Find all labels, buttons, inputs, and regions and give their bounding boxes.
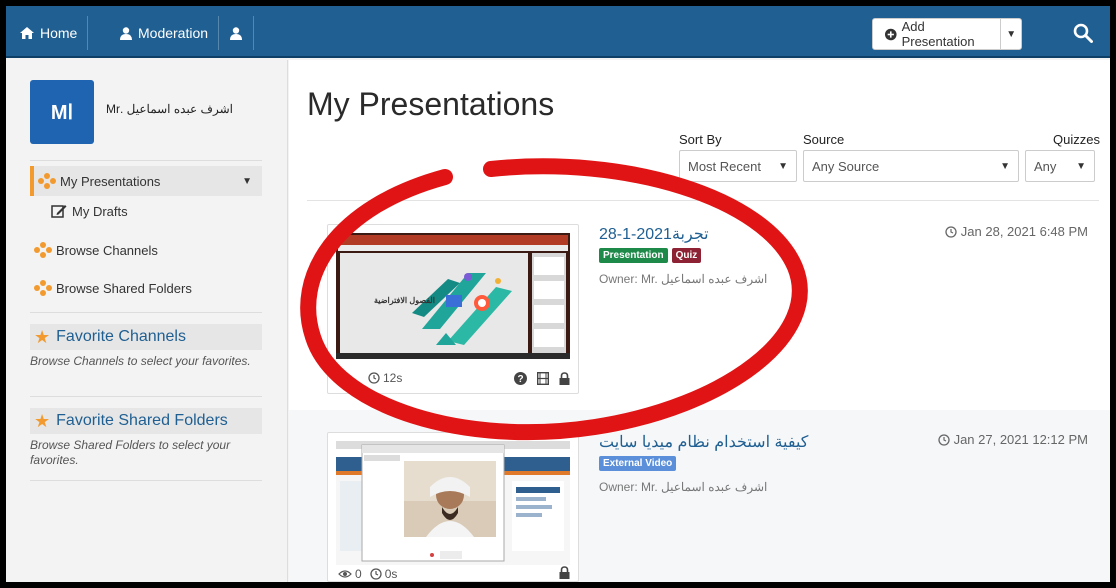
sidebar-item-browse-channels[interactable]: Browse Channels <box>30 235 262 265</box>
channels-dots-icon <box>30 242 56 258</box>
badge-group: Presentation Quiz <box>599 248 702 263</box>
source-label: Source <box>803 132 845 147</box>
duration-value: 12s <box>383 371 403 385</box>
shared-dots-icon <box>30 280 56 296</box>
user-icon <box>229 26 242 40</box>
question-icon[interactable]: ? <box>514 371 527 385</box>
avatar-initials: Mا <box>50 101 74 124</box>
home-icon <box>20 27 34 39</box>
date-value: Jan 28, 2021 6:48 PM <box>960 224 1088 239</box>
owner-text: Owner: Mr. اشرف عبده اسماعيل <box>599 480 768 494</box>
film-icon[interactable] <box>537 371 549 385</box>
sidebar-divider <box>30 160 262 161</box>
presentation-date: Jan 27, 2021 12:12 PM <box>937 432 1088 447</box>
clock-icon <box>370 568 382 580</box>
favorite-folders-title: Favorite Shared Folders <box>56 412 228 429</box>
sidebar-item-label: My Drafts <box>72 203 128 219</box>
presentation-thumbnail[interactable]: الفصول الافتراضية <box>336 233 570 359</box>
moderation-label: Moderation <box>138 25 209 41</box>
lock-icon[interactable] <box>559 371 570 385</box>
eye-icon <box>338 570 352 578</box>
presentation-badge: Presentation <box>599 248 668 263</box>
sidebar-item-browse-shared-folders[interactable]: Browse Shared Folders <box>30 273 262 303</box>
badge-group: External Video <box>599 456 677 471</box>
presentation-date: Jan 28, 2021 6:48 PM <box>945 224 1088 239</box>
list-divider <box>307 200 1099 201</box>
presentation-row[interactable]: الفصول الافتراضية 12s ? تجربة2021-1-28 P… <box>289 210 1110 394</box>
presentation-title-link[interactable]: كيفية استخدام نظام ميديا سايت <box>599 432 808 452</box>
sidebar-item-label: Browse Shared Folders <box>56 280 192 296</box>
quizzes-label: Quizzes <box>1053 132 1100 147</box>
card-meta: 12s ? <box>338 369 570 387</box>
clock-icon <box>937 433 950 446</box>
search-button[interactable] <box>1068 18 1098 48</box>
presentation-title-link[interactable]: تجربة2021-1-28 <box>599 224 709 244</box>
search-icon <box>1073 23 1093 43</box>
presentation-row[interactable]: 0 0s كيفية استخدام نظام ميديا سايت Exter… <box>289 410 1110 582</box>
svg-text:?: ? <box>517 374 523 385</box>
edit-icon <box>46 203 72 219</box>
favorite-channels-title: Favorite Channels <box>56 328 186 345</box>
favorite-folders-heading: ★ Favorite Shared Folders <box>30 408 262 434</box>
duration-value: 0s <box>384 567 398 581</box>
home-nav-button[interactable]: Home <box>10 16 89 50</box>
user-menu-button[interactable] <box>218 16 254 50</box>
app-frame: Home Moderation Add Presentation ▼ Mا اش… <box>6 6 1110 582</box>
chevron-down-icon: ▼ <box>778 160 788 172</box>
chevron-down-icon: ▼ <box>1076 160 1086 172</box>
sidebar-divider <box>30 312 262 313</box>
avatar[interactable]: Mا <box>30 80 94 144</box>
sort-by-value: Most Recent <box>688 158 761 174</box>
duration: 0s <box>370 567 398 581</box>
quizzes-select[interactable]: Any ▼ <box>1025 150 1095 182</box>
sidebar: Mا اشرف عبده اسماعيل .Mr My Presentation… <box>6 60 288 582</box>
sort-by-select[interactable]: Most Recent ▼ <box>679 150 797 182</box>
owner-text: Owner: Mr. اشرف عبده اسماعيل <box>599 272 768 286</box>
star-icon: ★ <box>34 410 51 431</box>
user-icon <box>120 26 132 40</box>
sidebar-divider <box>30 480 262 481</box>
chevron-down-icon: ▼ <box>1000 160 1010 172</box>
date-value: Jan 27, 2021 12:12 PM <box>953 432 1088 447</box>
views: 0 <box>338 567 362 581</box>
favorite-channels-heading: ★ Favorite Channels <box>30 324 262 350</box>
quiz-badge: Quiz <box>671 248 702 263</box>
presentation-dots-icon <box>34 173 60 189</box>
sort-by-label: Sort By <box>679 132 722 147</box>
sidebar-item-label: Browse Channels <box>56 242 158 258</box>
sidebar-item-my-presentations[interactable]: My Presentations ▼ <box>30 166 262 196</box>
add-presentation-label: Add Presentation <box>901 19 975 49</box>
sidebar-item-label: My Presentations <box>60 173 161 189</box>
favorite-folders-hint: Browse Shared Folders to select your fav… <box>30 438 231 467</box>
add-presentation-button[interactable]: Add Presentation ▼ <box>872 18 1022 50</box>
chevron-down-icon[interactable]: ▼ <box>242 176 252 187</box>
source-value: Any Source <box>812 158 880 174</box>
lock-icon[interactable] <box>559 566 570 582</box>
sidebar-divider <box>30 396 262 397</box>
sidebar-item-my-drafts[interactable]: My Drafts <box>46 196 262 226</box>
add-presentation-main[interactable]: Add Presentation <box>873 19 1002 49</box>
clock-icon <box>945 225 957 238</box>
page-title: My Presentations <box>307 86 555 122</box>
quizzes-value: Any <box>1034 158 1057 174</box>
duration: 12s <box>368 371 402 385</box>
user-name: اشرف عبده اسماعيل .Mr <box>106 102 234 116</box>
favorite-channels-hint: Browse Channels to select your favorites… <box>30 354 251 368</box>
top-navbar: Home Moderation Add Presentation ▼ <box>6 6 1110 58</box>
views-value: 0 <box>355 567 362 581</box>
presentation-card[interactable]: الفصول الافتراضية 12s ? <box>327 224 579 394</box>
source-select[interactable]: Any Source ▼ <box>803 150 1019 182</box>
add-presentation-dropdown-icon[interactable]: ▼ <box>1001 29 1021 40</box>
main-content: My Presentations Sort By Most Recent ▼ S… <box>289 60 1110 582</box>
presentation-card[interactable]: 0 0s <box>327 432 579 582</box>
star-icon: ★ <box>34 326 51 347</box>
moderation-nav-button[interactable]: Moderation <box>110 16 220 50</box>
plus-circle-icon <box>885 28 897 40</box>
external-video-badge: External Video <box>599 456 677 471</box>
home-label: Home <box>40 25 78 41</box>
clock-icon <box>368 372 380 384</box>
card-meta: 0 0s <box>338 565 570 582</box>
thumbnail-caption: الفصول الافتراضية <box>374 296 435 306</box>
presentation-thumbnail[interactable] <box>336 441 570 565</box>
